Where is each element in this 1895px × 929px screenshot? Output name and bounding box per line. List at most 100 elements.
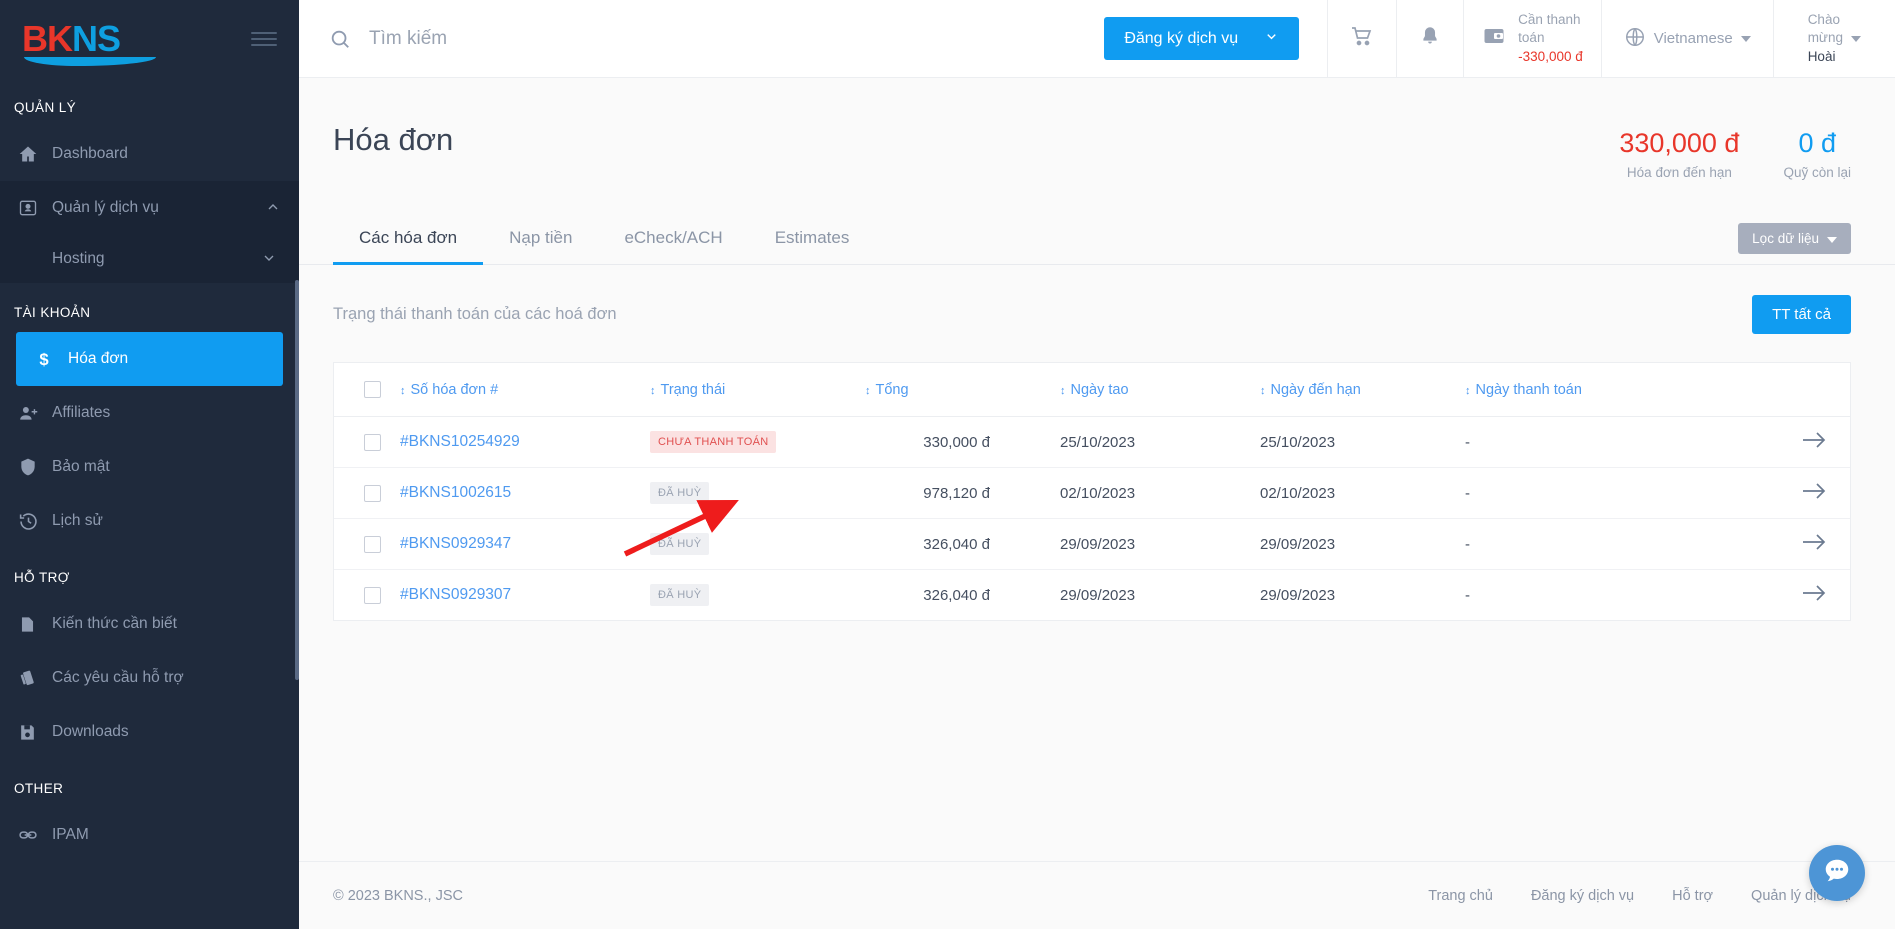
chevron-down-icon: [1740, 35, 1751, 42]
row-checkbox-cell: [334, 570, 400, 621]
sidebar-subitem-hosting[interactable]: Hosting: [0, 235, 299, 283]
filter-data-button[interactable]: Lọc dữ liệu: [1738, 223, 1851, 254]
footer-links: Trang chủ Đăng ký dịch vụ Hỗ trợ Quản lý…: [1428, 888, 1851, 904]
search-input[interactable]: [369, 27, 789, 50]
table-row[interactable]: #BKNS10254929 CHƯA THANH TOÁN 330,000 đ …: [334, 416, 1850, 468]
header-total[interactable]: ↕ Tổng: [865, 363, 1060, 417]
hamburger-menu-icon[interactable]: [251, 32, 277, 46]
sidebar-item-service-management[interactable]: Quản lý dịch vụ: [0, 181, 299, 235]
row-status-cell: ĐÃ HUỲ: [650, 570, 865, 621]
row-detail-arrow[interactable]: [1700, 467, 1850, 519]
row-detail-arrow[interactable]: [1700, 570, 1850, 621]
dollar-icon: $: [34, 349, 68, 369]
sidebar-item-downloads[interactable]: Downloads: [0, 705, 299, 759]
app-root: BKNS QUẢN LÝ Dashboard Quản lý dịch vụ H…: [0, 0, 1895, 929]
tab-echeck-ach[interactable]: eCheck/ACH: [598, 218, 748, 265]
payment-status-text: Trạng thái thanh toán của các hoá đơn: [333, 305, 617, 323]
invoice-link[interactable]: #BKNS0929307: [400, 586, 511, 603]
history-icon: [18, 511, 52, 532]
footer-link-register-service[interactable]: Đăng ký dịch vụ: [1531, 888, 1634, 904]
row-checkbox[interactable]: [364, 484, 381, 502]
stat-due-invoices: 330,000 đ Hóa đơn đến hạn: [1619, 128, 1739, 180]
sidebar-item-dashboard[interactable]: Dashboard: [0, 127, 299, 181]
footer-link-home[interactable]: Trang chủ: [1428, 888, 1493, 904]
sidebar-item-affiliates[interactable]: Affiliates: [0, 386, 299, 440]
sidebar-item-knowledge[interactable]: Kiến thức cần biết: [0, 597, 299, 651]
cart-button[interactable]: [1327, 0, 1396, 77]
sidebar-item-label: Các yêu cầu hỗ trợ: [52, 669, 184, 686]
row-status-cell: CHƯA THANH TOÁN: [650, 416, 865, 468]
greeting-block: Chào mừng Hoài: [1790, 11, 1879, 66]
header-label: Ngày thanh toán: [1475, 381, 1582, 398]
sidebar-item-security[interactable]: Bảo mật: [0, 440, 299, 494]
row-paid-cell: -: [1465, 467, 1700, 519]
bkns-logo[interactable]: BKNS: [22, 21, 156, 66]
pay-all-button[interactable]: TT tất cả: [1752, 295, 1851, 334]
user-name: Hoài: [1807, 48, 1836, 64]
footer-link-support[interactable]: Hỗ trợ: [1672, 888, 1713, 904]
row-checkbox[interactable]: [364, 433, 381, 451]
user-menu[interactable]: Chào mừng Hoài: [1772, 0, 1895, 77]
language-selector[interactable]: Vietnamese: [1600, 0, 1773, 77]
row-checkbox[interactable]: [364, 535, 381, 553]
sidebar-item-label: Hóa đơn: [68, 350, 129, 367]
table-row[interactable]: #BKNS0929347 ĐÃ HUỲ 326,040 đ 29/09/2023…: [334, 518, 1850, 570]
arrow-right-icon: [1802, 432, 1826, 453]
sidebar-item-support-tickets[interactable]: Các yêu cầu hỗ trợ: [0, 651, 299, 705]
table-row[interactable]: #BKNS0929307 ĐÃ HUỲ 326,040 đ 29/09/2023…: [334, 570, 1850, 621]
chat-widget-button[interactable]: [1809, 845, 1865, 901]
wallet-text: Cần thanh toán -330,000 đ: [1518, 11, 1583, 66]
header-payment-date[interactable]: ↕ Ngày thanh toán: [1465, 363, 1700, 417]
tab-deposit[interactable]: Nạp tiền: [483, 218, 598, 265]
tab-invoices[interactable]: Các hóa đơn: [333, 218, 484, 265]
globe-icon: [1624, 26, 1646, 52]
invoice-link[interactable]: #BKNS1002615: [400, 484, 511, 501]
sidebar-item-label: Downloads: [52, 723, 129, 740]
bell-icon: [1419, 25, 1441, 52]
header-created-date[interactable]: ↕ Ngày tao: [1060, 363, 1260, 417]
row-created-cell: 25/10/2023: [1060, 416, 1260, 468]
chat-bubble-icon: [1822, 856, 1852, 891]
document-icon: [18, 615, 52, 634]
sort-icon: ↕: [1260, 384, 1266, 397]
notifications-button[interactable]: [1396, 0, 1463, 77]
row-due-cell: 29/09/2023: [1260, 518, 1465, 570]
row-created-cell: 29/09/2023: [1060, 518, 1260, 570]
sidebar-section-title-support: HỖ TRỢ: [14, 570, 70, 585]
header-status[interactable]: ↕ Trạng thái: [650, 363, 865, 417]
status-badge: ĐÃ HUỲ: [650, 482, 710, 504]
register-service-button[interactable]: Đăng ký dịch vụ: [1104, 17, 1300, 60]
header-due-date[interactable]: ↕ Ngày đến hạn: [1260, 363, 1465, 417]
status-badge: CHƯA THANH TOÁN: [650, 431, 777, 453]
sidebar-item-label: Bảo mật: [52, 458, 110, 475]
table-row[interactable]: #BKNS1002615 ĐÃ HUỲ 978,120 đ 02/10/2023…: [334, 467, 1850, 519]
language-label: Vietnamese: [1653, 30, 1733, 47]
table-body: #BKNS10254929 CHƯA THANH TOÁN 330,000 đ …: [334, 416, 1850, 621]
row-checkbox[interactable]: [364, 586, 381, 604]
row-created-cell: 29/09/2023: [1060, 586, 1136, 604]
header-invoice-number[interactable]: ↕ Số hóa đơn #: [400, 363, 650, 417]
sidebar-item-ipam[interactable]: IPAM: [0, 808, 299, 862]
row-detail-arrow[interactable]: [1700, 518, 1850, 570]
tab-estimates[interactable]: Estimates: [749, 218, 876, 265]
sort-icon: ↕: [865, 384, 871, 397]
sidebar-item-history[interactable]: Lịch sử: [0, 494, 299, 548]
stat-value: 0 đ: [1798, 128, 1836, 158]
row-detail-arrow[interactable]: [1700, 416, 1850, 468]
invoice-link[interactable]: #BKNS0929347: [400, 535, 511, 552]
sidebar-item-label: IPAM: [52, 826, 89, 843]
sort-icon: ↕: [650, 384, 656, 397]
wallet-balance-button[interactable]: Cần thanh toán -330,000 đ: [1463, 0, 1601, 77]
svg-text:$: $: [39, 350, 49, 369]
search-area: [299, 0, 1104, 77]
invoice-link[interactable]: #BKNS10254929: [400, 433, 520, 450]
sidebar: BKNS QUẢN LÝ Dashboard Quản lý dịch vụ H…: [0, 0, 299, 929]
sidebar-item-invoices[interactable]: $ Hóa đơn: [16, 332, 283, 386]
sidebar-item-label: Quản lý dịch vụ: [52, 199, 159, 216]
sidebar-item-label: Kiến thức cần biết: [52, 615, 177, 632]
row-due-cell: 25/10/2023: [1260, 416, 1465, 468]
status-row: Trạng thái thanh toán của các hoá đơn TT…: [299, 295, 1895, 334]
row-checkbox-cell: [334, 467, 400, 519]
select-all-checkbox[interactable]: [364, 381, 381, 398]
search-icon[interactable]: [329, 28, 351, 50]
